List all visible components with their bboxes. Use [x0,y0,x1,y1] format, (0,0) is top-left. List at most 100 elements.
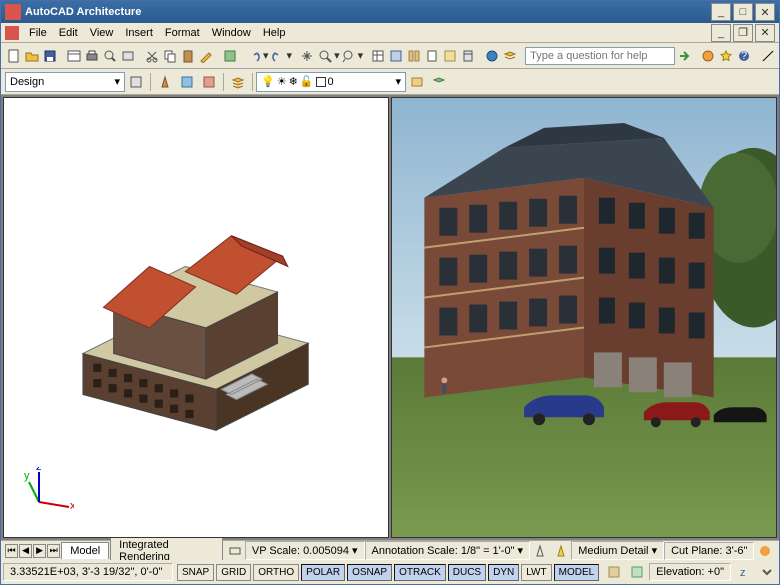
layout-tab-strip: ⏮ ◀ ▶ ⏭ Model Integrated Rendering VP Sc… [1,540,779,560]
toggle-ortho[interactable]: ORTHO [253,564,299,581]
toggle-grid[interactable]: GRID [216,564,251,581]
save-icon[interactable] [42,46,58,66]
surface-hatch-toggle-icon[interactable] [604,562,623,582]
vp-scale-field[interactable]: VP Scale: 0.005094 ▾ [245,541,365,560]
help-go-icon[interactable] [676,46,692,66]
document-icon[interactable] [5,26,19,40]
ucs-icon: x y z [24,467,74,517]
redo-dropdown[interactable]: ▾ [287,46,293,66]
line-icon[interactable] [760,46,776,66]
print-icon[interactable] [84,46,100,66]
toggle-snap[interactable]: SNAP [177,564,214,581]
display-config-icon[interactable] [126,72,146,92]
menu-window[interactable]: Window [206,25,257,41]
favorites-icon[interactable] [718,46,734,66]
annotation-visibility-icon[interactable] [531,541,550,561]
isolate-objects-icon[interactable] [199,72,219,92]
redo-icon[interactable] [270,46,286,66]
doc-restore-button[interactable]: ❐ [733,24,753,42]
coordinates-readout[interactable]: 3.33521E+03, 3'-3 19/32", 0'-0" [3,563,173,581]
minimize-button[interactable]: _ [711,3,731,21]
toggle-polar[interactable]: POLAR [301,564,345,581]
annotation-autoscale-icon[interactable] [552,541,571,561]
design-dropdown[interactable]: Design ▾ [5,72,125,92]
svg-text:z: z [36,467,42,473]
tab-model[interactable]: Model [61,542,109,559]
content-browser-icon[interactable] [484,46,500,66]
sheet-set-icon[interactable] [424,46,440,66]
cut-plane-field[interactable]: Cut Plane: 3'-6" [664,542,754,560]
zoom-prev-dropdown[interactable]: ▾ [358,46,364,66]
toggle-otrack[interactable]: OTRACK [394,564,446,581]
toggle-osnap[interactable]: OSNAP [347,564,392,581]
toggle-dyn[interactable]: DYN [488,564,519,581]
pan-icon[interactable] [299,46,315,66]
detail-level-field[interactable]: Medium Detail ▾ [571,541,664,560]
layer-states-icon[interactable] [429,72,449,92]
help-search-input[interactable] [525,47,675,65]
zoom-dropdown[interactable]: ▾ [334,46,340,66]
copy-icon[interactable] [162,46,178,66]
project-browser-icon[interactable] [66,46,82,66]
viewport-area: x y z [1,95,779,540]
layer-previous-icon[interactable] [407,72,427,92]
model-viewport[interactable]: x y z [3,97,389,538]
block-editor-icon[interactable] [222,46,238,66]
elevation-field[interactable]: Elevation: +0" [649,563,731,581]
menu-edit[interactable]: Edit [53,25,84,41]
zoom-previous-icon[interactable] [341,46,357,66]
standard-toolbar: ▾ ▾ ▾ ▾ ? [1,43,779,69]
layer-dropdown[interactable]: 💡 ☀ ❄ 🔓 0 ▾ [256,72,406,92]
menu-insert[interactable]: Insert [119,25,159,41]
menu-file[interactable]: File [23,25,53,41]
undo-dropdown[interactable]: ▾ [263,46,269,66]
cut-icon[interactable] [144,46,160,66]
layer-name: 0 [328,76,334,88]
replace-z-icon[interactable]: z [734,562,753,582]
isolate-toggle-icon[interactable] [755,541,774,561]
tab-prev-icon[interactable]: ◀ [19,544,32,558]
menubar: File Edit View Insert Format Window Help… [1,23,779,43]
design-label: Design [10,76,44,88]
menu-view[interactable]: View [84,25,120,41]
svg-text:z: z [740,567,746,579]
communication-center-icon[interactable] [700,46,716,66]
doc-minimize-button[interactable]: _ [711,24,731,42]
toggle-lwt[interactable]: LWT [521,564,551,581]
doc-close-button[interactable]: ✕ [755,24,775,42]
rendering-viewport[interactable] [391,97,777,538]
tab-next-icon[interactable]: ▶ [33,544,46,558]
properties-icon[interactable] [370,46,386,66]
toggle-ducs[interactable]: DUCS [448,564,486,581]
close-button[interactable]: ✕ [755,3,775,21]
tab-last-icon[interactable]: ⏭ [47,544,60,558]
layer-properties-icon[interactable] [502,46,518,66]
publish-icon[interactable] [120,46,136,66]
freeze-icon: ❄ [289,75,298,88]
help-icon[interactable]: ? [736,46,752,66]
open-icon[interactable] [24,46,40,66]
maximize-button[interactable]: □ [733,3,753,21]
status-tray-icon[interactable] [757,562,776,582]
new-icon[interactable] [6,46,22,66]
app-icon [5,4,21,20]
vp-scale-icon[interactable] [225,541,244,561]
layer-manager-icon[interactable] [228,72,248,92]
toggle-model[interactable]: MODEL [554,564,600,581]
undo-icon[interactable] [246,46,262,66]
tool-palettes-icon[interactable] [406,46,422,66]
paste-icon[interactable] [180,46,196,66]
annotation-scale-icon[interactable] [155,72,175,92]
hide-objects-icon[interactable] [177,72,197,92]
annotation-scale-field[interactable]: Annotation Scale: 1/8" = 1'-0" ▾ [365,541,531,560]
match-properties-icon[interactable] [198,46,214,66]
menu-format[interactable]: Format [159,25,206,41]
zoom-realtime-icon[interactable] [317,46,333,66]
layer-key-overrides-icon[interactable] [627,562,646,582]
menu-help[interactable]: Help [257,25,292,41]
tab-first-icon[interactable]: ⏮ [5,544,18,558]
preview-icon[interactable] [102,46,118,66]
markup-icon[interactable] [442,46,458,66]
quickcalc-icon[interactable] [460,46,476,66]
design-center-icon[interactable] [388,46,404,66]
